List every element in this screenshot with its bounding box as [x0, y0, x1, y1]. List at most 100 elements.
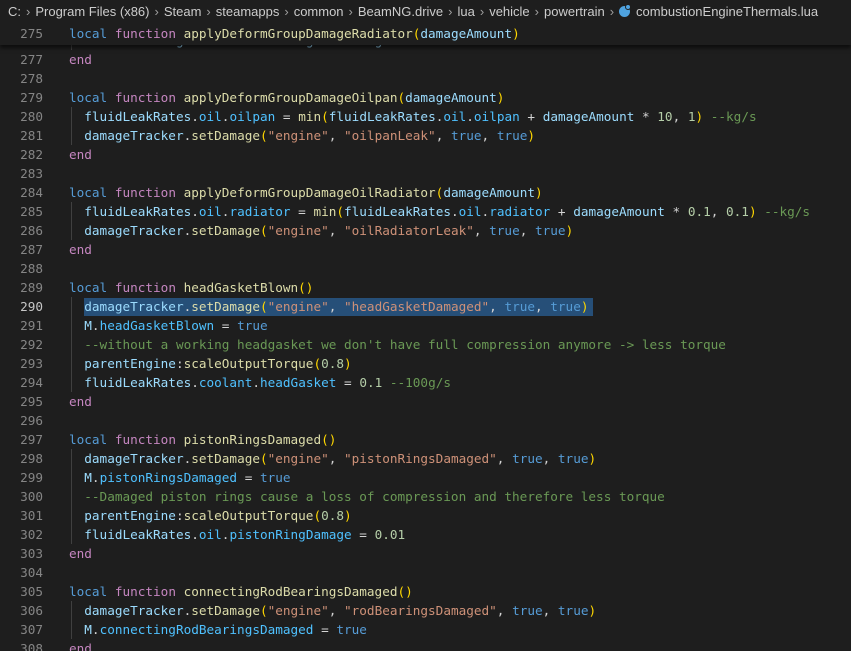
- line-code: fluidLeakRates.oil.radiator = min(fluidL…: [69, 202, 810, 221]
- code-line[interactable]: 278: [0, 69, 851, 88]
- code-line[interactable]: 283: [0, 164, 851, 183]
- function-name-token: setDamage: [191, 603, 260, 618]
- breadcrumb-file[interactable]: combustionEngineThermals.lua: [636, 4, 818, 19]
- operator-token: [69, 470, 84, 485]
- line-number: 300: [20, 489, 43, 504]
- code-line[interactable]: 303 end: [0, 544, 851, 563]
- code-line[interactable]: 289 local function headGasketBlown(): [0, 278, 851, 297]
- bracket-token: (: [336, 204, 345, 219]
- code-line[interactable]: 305 local function connectingRodBearingsD…: [0, 582, 851, 601]
- code-line[interactable]: 301 parentEngine:scaleOutputTorque(0.8): [0, 506, 851, 525]
- code-line[interactable]: 291 M.headGasketBlown = true: [0, 316, 851, 335]
- line-code: local function pistonRingsDamaged(): [69, 430, 336, 449]
- code-line[interactable]: 300 --Damaged piston rings cause a loss …: [0, 487, 851, 506]
- code-line[interactable]: 308 end: [0, 639, 851, 651]
- variable-token: fluidLeakRates: [84, 375, 192, 390]
- string-token: "pistonRingsDamaged": [344, 451, 497, 466]
- breadcrumb-item[interactable]: Steam: [164, 4, 202, 19]
- code-line[interactable]: 299 M.pistonRingsDamaged = true: [0, 468, 851, 487]
- code-editor[interactable]: 275 local function applyDeformGroupDamage…: [0, 22, 851, 651]
- line-number: 301: [20, 508, 43, 523]
- number-token: 0.1: [359, 375, 383, 390]
- line-number: 299: [20, 470, 43, 485]
- line-number: 308: [20, 641, 43, 651]
- line-code: damageTracker.setDamage("engine", "pisto…: [69, 449, 596, 468]
- code-line[interactable]: 288: [0, 259, 851, 278]
- chevron-right-icon: ›: [609, 3, 615, 19]
- code-line[interactable]: 284 local function applyDeformGroupDamage…: [0, 183, 851, 202]
- chevron-right-icon: ›: [284, 3, 289, 19]
- code-line[interactable]: 307 M.connectingRodBearingsDamaged = tru…: [0, 620, 851, 639]
- chevron-right-icon: ›: [448, 3, 453, 19]
- code-line[interactable]: 298 damageTracker.setDamage("engine", "p…: [0, 449, 851, 468]
- operator-token: ,: [519, 223, 535, 238]
- bracket-token: ): [512, 26, 520, 41]
- boolean-token: true: [336, 622, 367, 637]
- line-number: 277: [20, 52, 43, 67]
- code-line[interactable]: 275 local function applyDeformGroupDamage…: [0, 24, 851, 43]
- operator-token: .: [191, 527, 199, 542]
- code-line[interactable]: 302 fluidLeakRates.oil.pistonRingDamage …: [0, 525, 851, 544]
- bracket-token: ): [695, 109, 704, 124]
- variable-token: fluidLeakRates: [84, 109, 192, 124]
- code-line[interactable]: 280 fluidLeakRates.oil.oilpan = min(flui…: [0, 107, 851, 126]
- code-line[interactable]: 285 fluidLeakRates.oil.radiator = min(fl…: [0, 202, 851, 221]
- operator-token: ,: [542, 603, 558, 618]
- breadcrumb-item[interactable]: lua: [457, 4, 474, 19]
- operator-token: +: [519, 109, 543, 124]
- code-line[interactable]: 277 end: [0, 50, 851, 69]
- variable-token: damageTracker: [84, 128, 184, 143]
- variable-token: damageAmount: [405, 90, 497, 105]
- operator-token: ,: [328, 299, 345, 314]
- code-line[interactable]: 294 fluidLeakRates.coolant.headGasket = …: [0, 373, 851, 392]
- keyword-control-token: function: [114, 26, 176, 41]
- operator-token: [69, 318, 84, 333]
- operator-token: [176, 280, 184, 295]
- breadcrumb-item[interactable]: powertrain: [544, 4, 605, 19]
- sticky-scroll-header[interactable]: 275 local function applyDeformGroupDamage…: [0, 22, 851, 45]
- code-line[interactable]: 287 end: [0, 240, 851, 259]
- operator-token: [107, 26, 115, 41]
- line-number: 302: [20, 527, 43, 542]
- boolean-token: true: [512, 451, 543, 466]
- operator-token: ,: [496, 451, 513, 466]
- line-number: 289: [20, 280, 43, 295]
- code-line[interactable]: 306 damageTracker.setDamage("engine", "r…: [0, 601, 851, 620]
- code-line[interactable]: 293 parentEngine:scaleOutputTorque(0.8): [0, 354, 851, 373]
- variable-token: damageTracker: [84, 299, 184, 314]
- code-line[interactable]: 282 end: [0, 145, 851, 164]
- code-line[interactable]: 281 damageTracker.setDamage("engine", "o…: [0, 126, 851, 145]
- variable-token: M: [84, 318, 92, 333]
- property-token: pistonRingDamage: [229, 527, 352, 542]
- line-code: damageTracker.setDamage("engine", "oilRa…: [69, 221, 573, 240]
- boolean-token: true: [557, 451, 589, 466]
- bracket-token: (): [321, 432, 337, 447]
- breadcrumb-item[interactable]: BeamNG.drive: [358, 4, 443, 19]
- code-line[interactable]: 279 local function applyDeformGroupDamage…: [0, 88, 851, 107]
- operator-token: =: [275, 109, 299, 124]
- code-line[interactable]: 286 damageTracker.setDamage("engine", "o…: [0, 221, 851, 240]
- code-line[interactable]: 290 damageTracker.setDamage("engine", "h…: [0, 297, 851, 316]
- code-line[interactable]: 295 end: [0, 392, 851, 411]
- keyword-control-token: function: [114, 90, 176, 105]
- operator-token: .: [252, 375, 260, 390]
- variable-token: parentEngine: [84, 356, 176, 371]
- operator-token: .: [191, 375, 199, 390]
- code-line[interactable]: 292 --without a working headgasket we do…: [0, 335, 851, 354]
- string-token: "engine": [267, 128, 329, 143]
- breadcrumb-item[interactable]: C:: [8, 4, 21, 19]
- code-line[interactable]: 304: [0, 563, 851, 582]
- variable-token: damageAmount: [443, 185, 535, 200]
- line-number: 286: [20, 223, 43, 238]
- breadcrumb-item[interactable]: steamapps: [216, 4, 280, 19]
- line-number: 290: [20, 299, 43, 314]
- string-token: "engine": [267, 451, 329, 466]
- string-token: "oilRadiatorLeak": [344, 223, 474, 238]
- breadcrumb-item[interactable]: vehicle: [489, 4, 529, 19]
- line-number: 298: [20, 451, 43, 466]
- code-line[interactable]: 297 local function pistonRingsDamaged(): [0, 430, 851, 449]
- line-number: 284: [20, 185, 43, 200]
- breadcrumb-item[interactable]: common: [294, 4, 344, 19]
- breadcrumb-item[interactable]: Program Files (x86): [35, 4, 149, 19]
- code-line[interactable]: 296: [0, 411, 851, 430]
